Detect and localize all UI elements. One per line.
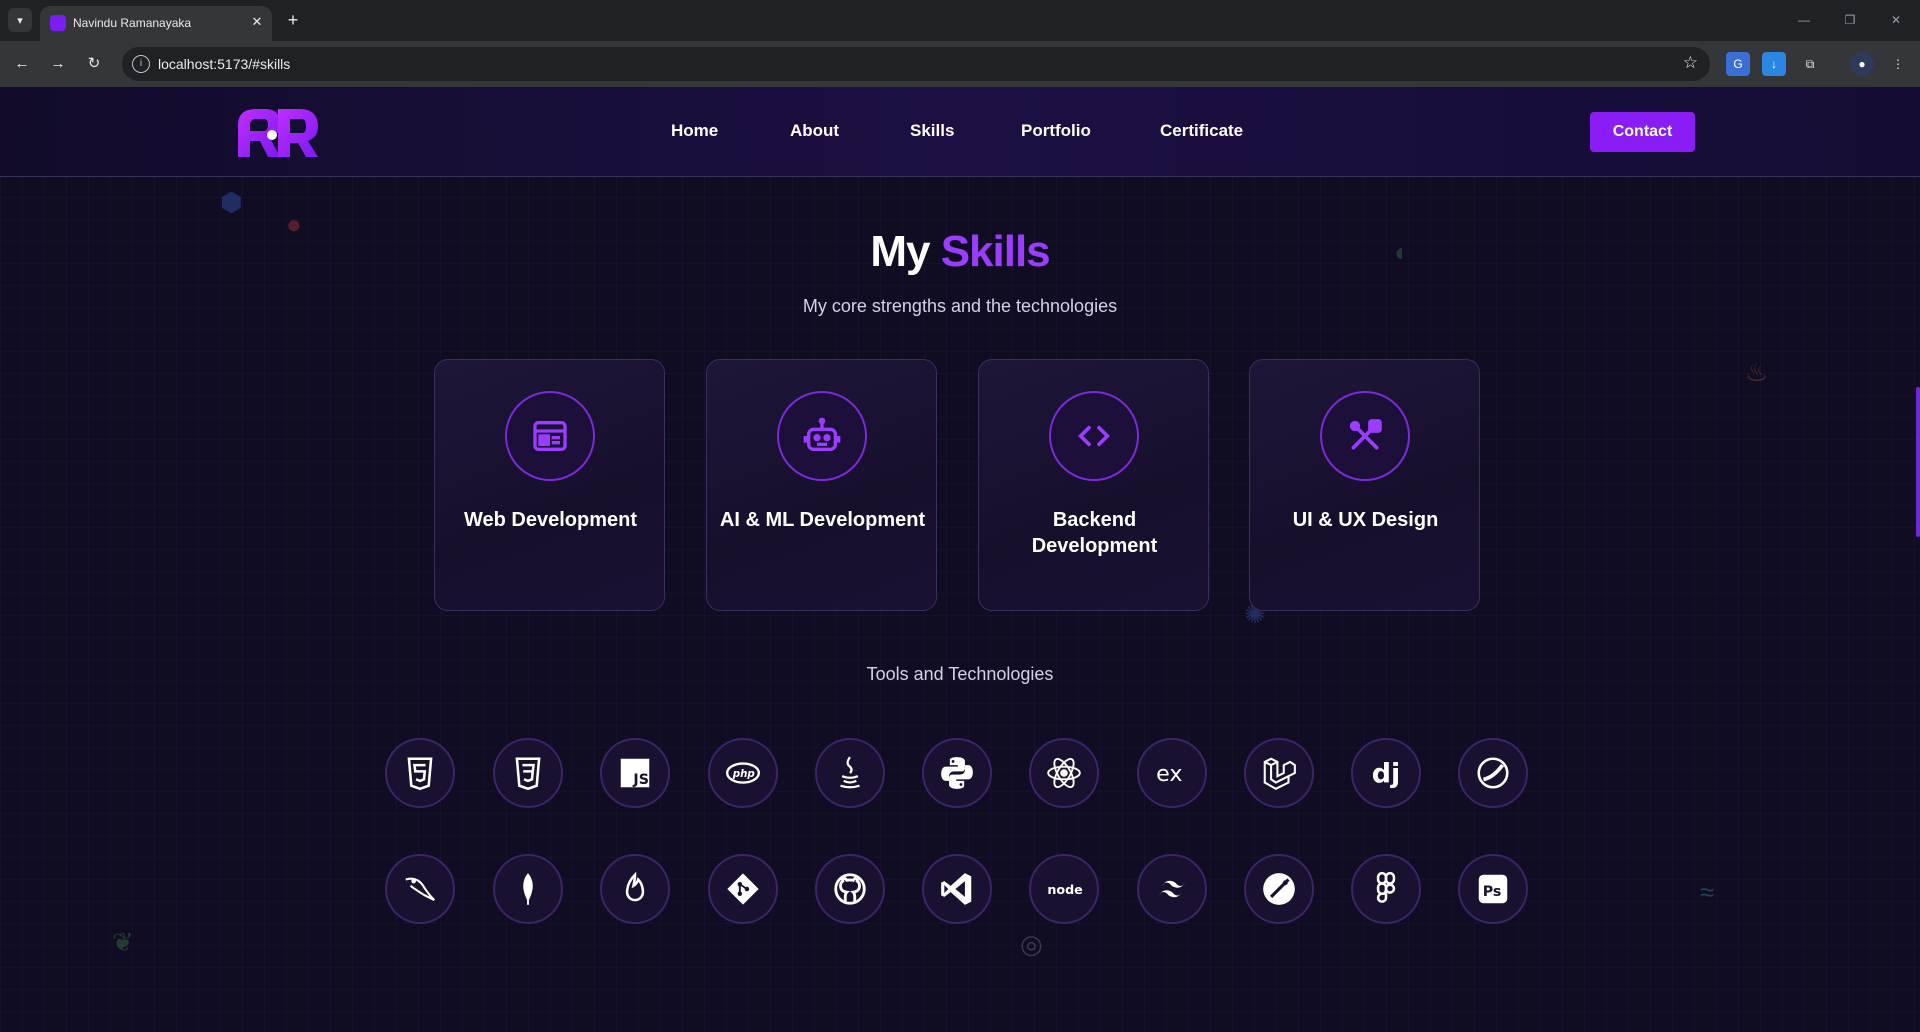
browser-toolbar: ← → ↻ i localhost:5173/#skills ☆ G ↓ ⧉ ●…	[0, 41, 1920, 87]
skill-card-label: Backend Development	[1031, 509, 1158, 557]
restore-icon[interactable]: ❐	[1830, 10, 1870, 30]
floating-github-icon: ◎	[1020, 929, 1043, 959]
git-icon[interactable]	[708, 854, 778, 924]
design-tools-icon	[1320, 391, 1410, 481]
tab-close-icon[interactable]: ✕	[248, 13, 266, 31]
web-window-icon	[505, 391, 595, 481]
section-title: My Skills	[0, 227, 1920, 277]
address-bar[interactable]: i localhost:5173/#skills ☆	[122, 47, 1710, 81]
nav-about[interactable]: About	[790, 121, 839, 141]
code-brackets-icon	[1049, 391, 1139, 481]
browser-tab[interactable]: Navindu Ramanayaka ✕	[40, 6, 272, 41]
skill-card-ai-ml[interactable]: AI & ML Development	[706, 359, 937, 611]
section-subtitle: My core strengths and the technologies	[802, 296, 1118, 316]
express-icon[interactable]: ex	[1137, 738, 1207, 808]
tools-title: Tools and Technologies	[866, 664, 1054, 684]
url-text[interactable]: localhost:5173/#skills	[158, 56, 290, 72]
nav-skills[interactable]: Skills	[910, 121, 954, 141]
laravel-icon[interactable]	[1244, 738, 1314, 808]
tab-title: Navindu Ramanayaka	[73, 16, 192, 30]
section-title-plain: My	[870, 227, 930, 276]
github-icon[interactable]	[815, 854, 885, 924]
favicon-icon	[50, 15, 66, 31]
svg-text:ex: ex	[1156, 761, 1182, 787]
python-icon[interactable]	[922, 738, 992, 808]
javascript-icon[interactable]: JS	[600, 738, 670, 808]
vscode-icon[interactable]	[922, 854, 992, 924]
java-icon[interactable]	[815, 738, 885, 808]
figma-icon[interactable]	[1351, 854, 1421, 924]
mysql-icon[interactable]	[385, 854, 455, 924]
site-logo-icon[interactable]	[236, 105, 320, 159]
browser-tab-bar: ▾ Navindu Ramanayaka ✕ + — ❐ ✕	[0, 0, 1920, 41]
svg-text:JS: JS	[632, 772, 649, 788]
minimize-icon[interactable]: —	[1784, 10, 1824, 30]
floating-tailwind-icon: ≈	[1700, 877, 1715, 907]
react-icon[interactable]	[1029, 738, 1099, 808]
site-navbar: Home About Skills Portfolio Certificate …	[0, 87, 1920, 177]
php-icon[interactable]: php	[708, 738, 778, 808]
reload-icon[interactable]: ↻	[82, 52, 106, 76]
site-info-icon[interactable]: i	[132, 55, 150, 73]
profile-avatar-icon[interactable]: ●	[1850, 52, 1874, 76]
firebase-icon[interactable]	[600, 854, 670, 924]
browser-menu-icon[interactable]: ⋮	[1886, 52, 1910, 76]
floating-mongodb-icon: ❦	[112, 927, 134, 957]
nav-portfolio[interactable]: Portfolio	[1021, 121, 1091, 141]
html5-icon[interactable]	[385, 738, 455, 808]
contact-button[interactable]: Contact	[1590, 112, 1695, 152]
nav-home[interactable]: Home	[671, 121, 718, 141]
django-icon[interactable]: dj	[1351, 738, 1421, 808]
new-tab-button[interactable]: +	[282, 9, 304, 31]
tab-search-button[interactable]: ▾	[8, 8, 32, 32]
svg-text:php: php	[732, 768, 755, 780]
page-viewport: ⬢ ● ◐ ♨ ✺ ❦ ◎ ≈ Home About Skills Portfo…	[0, 87, 1920, 1032]
skill-card-label: UI & UX Design	[1292, 509, 1439, 531]
svg-text:node: node	[1047, 882, 1082, 897]
page-scrollbar-thumb[interactable]	[1916, 387, 1920, 537]
floating-firebase-icon: ♨	[1745, 357, 1769, 387]
skill-card-backend[interactable]: Backend Development	[978, 359, 1209, 611]
section-title-accent: Skills	[940, 227, 1051, 276]
skill-card-label: Web Development	[464, 509, 637, 531]
mongodb-icon[interactable]	[493, 854, 563, 924]
extensions-puzzle-icon[interactable]: ⧉	[1798, 52, 1822, 76]
bookmark-star-icon[interactable]: ☆	[1683, 53, 1698, 73]
robot-icon	[777, 391, 867, 481]
skill-card-label: AI & ML Development	[719, 509, 926, 531]
close-window-icon[interactable]: ✕	[1876, 10, 1916, 30]
skill-card-uiux[interactable]: UI & UX Design	[1249, 359, 1480, 611]
skill-card-web[interactable]: Web Development	[434, 359, 665, 611]
svg-text:dj: dj	[1372, 759, 1400, 790]
css3-icon[interactable]	[493, 738, 563, 808]
postman-icon[interactable]	[1244, 854, 1314, 924]
download-extension-icon[interactable]: ↓	[1762, 52, 1786, 76]
translate-extension-icon[interactable]: G	[1726, 52, 1750, 76]
forward-icon[interactable]: →	[46, 52, 70, 76]
svg-text:Ps: Ps	[1483, 884, 1502, 900]
nodejs-icon[interactable]: node	[1029, 854, 1099, 924]
floating-html-icon: ⬢	[220, 187, 243, 217]
photoshop-icon[interactable]: Ps	[1458, 854, 1528, 924]
back-icon[interactable]: ←	[10, 52, 34, 76]
spring-icon[interactable]	[1458, 738, 1528, 808]
tailwind-icon[interactable]	[1137, 854, 1207, 924]
nav-certificate[interactable]: Certificate	[1160, 121, 1243, 141]
